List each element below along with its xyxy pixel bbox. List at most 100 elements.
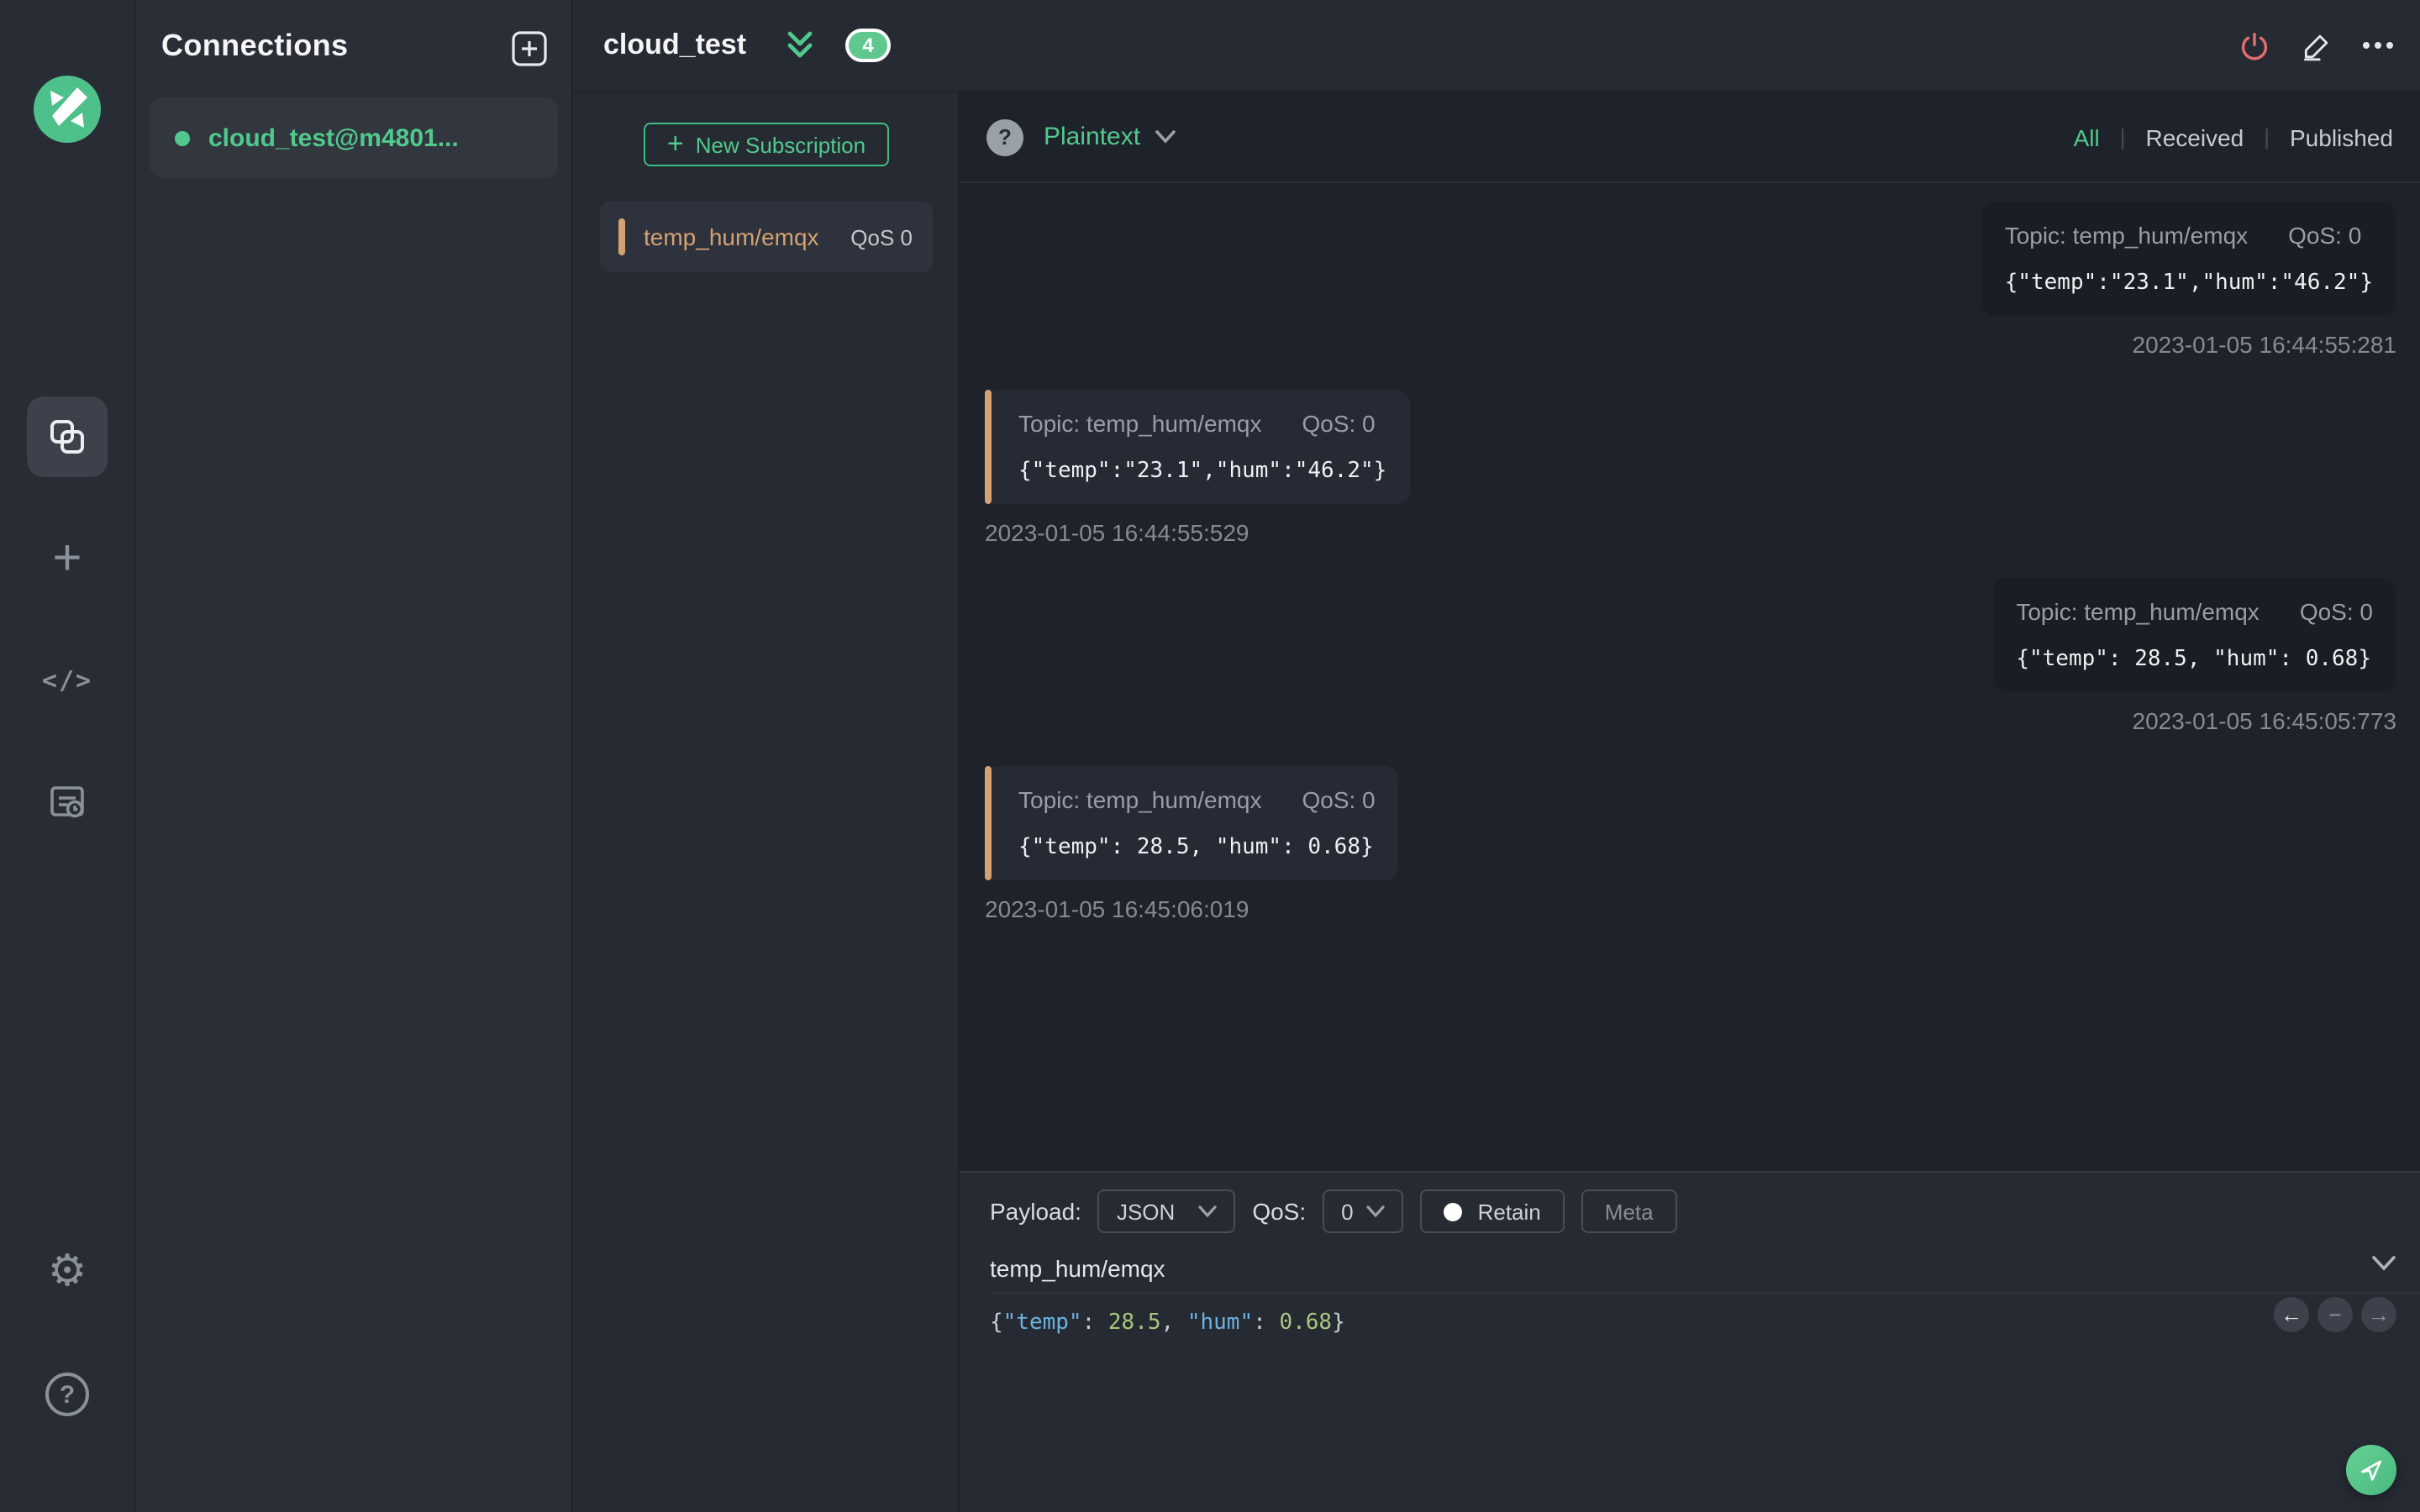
message-timestamp: 2023-01-05 16:45:05:773 [2132, 707, 2397, 734]
connections-icon [47, 417, 87, 457]
nav-script-button[interactable]: </> [27, 643, 108, 717]
payload-editor[interactable]: {"temp": 28.5, "hum": 0.68} [990, 1310, 2420, 1336]
filter-received[interactable]: Received [2145, 123, 2244, 150]
message-payload: {"temp": 28.5, "hum": 0.68} [2016, 647, 2371, 672]
message-timestamp: 2023-01-05 16:44:55:529 [985, 519, 1249, 546]
retain-toggle-dot [1444, 1202, 1463, 1221]
icon-rail: + </> ⚙ ? [0, 0, 136, 1512]
topic-input[interactable]: temp_hum/emqx [990, 1253, 2420, 1294]
plus-icon: + [666, 128, 684, 160]
message-bubble[interactable]: Topic: temp_hum/emqx QoS: 0 {"temp":"23.1"… [1981, 202, 2396, 316]
chevron-down-icon [1366, 1205, 1386, 1218]
nav-new-connection-button[interactable]: + [27, 522, 108, 596]
editor-token-key: "hum" [1186, 1310, 1254, 1336]
qos-select[interactable]: 0 [1323, 1189, 1404, 1233]
connection-workspace: cloud_test 4 + New Subscription temp_hum… [571, 0, 2420, 1512]
message-bubble[interactable]: Topic: temp_hum/emqx QoS: 0 {"temp": 28.5,… [985, 766, 1399, 880]
message-meta: Topic: temp_hum/emqx QoS: 0 [1018, 786, 1376, 813]
payload-label: Payload: [990, 1198, 1081, 1225]
connection-name: cloud_test@m4801... [208, 123, 459, 152]
prev-message-button[interactable]: ← [2274, 1297, 2309, 1332]
send-button[interactable] [2346, 1445, 2396, 1495]
message-timestamp: 2023-01-05 16:45:06:019 [985, 895, 1249, 922]
connection-title: cloud_test [603, 29, 747, 60]
message-meta: Topic: temp_hum/emqx QoS: 0 [1018, 410, 1386, 437]
connected-status-dot [175, 130, 190, 145]
editor-token-number: 0.68 [1279, 1310, 1333, 1336]
payload-format-help-icon[interactable]: ? [986, 118, 1023, 155]
connections-panel: Connections cloud_test@m4801... [136, 0, 571, 1512]
message-meta: Topic: temp_hum/emqx QoS: 0 [2016, 598, 2373, 625]
messages-toolbar: ? Plaintext All | Received | Published [960, 92, 2420, 183]
new-subscription-button[interactable]: + New Subscription [644, 123, 889, 166]
connection-list-item[interactable]: cloud_test@m4801... [150, 97, 558, 178]
message-nav-group: ← − → [2274, 1297, 2396, 1332]
payload-type-value: JSON [1116, 1199, 1176, 1224]
meta-label: Meta [1604, 1199, 1654, 1224]
editor-token-punct: : [1081, 1310, 1108, 1336]
nav-log-button[interactable] [27, 766, 108, 840]
message-qos: QoS: 0 [2288, 222, 2362, 249]
message-published: Topic: temp_hum/emqx QoS: 0 {"temp": 28.5,… [1992, 578, 2396, 734]
composer-options-row: Payload: JSON QoS: 0 Retain Meta [990, 1189, 2420, 1233]
filter-published[interactable]: Published [2290, 123, 2393, 150]
message-topic: Topic: temp_hum/emqx [1018, 786, 1262, 813]
editor-token-punct: , [1160, 1310, 1187, 1336]
message-qos: QoS: 0 [1302, 410, 1376, 437]
subscription-color-bar [618, 218, 625, 255]
message-received: Topic: temp_hum/emqx QoS: 0 {"temp":"23.1"… [985, 390, 1411, 546]
disconnect-button[interactable] [2237, 29, 2270, 62]
mqttx-app-window: + </> ⚙ ? Connections cloud_test@m4801..… [0, 0, 2420, 1512]
subscriptions-panel: + New Subscription temp_hum/emqx QoS 0 [573, 92, 960, 1512]
add-connection-button[interactable] [511, 30, 548, 67]
qos-label: QoS: [1252, 1198, 1307, 1225]
payload-format-select[interactable]: Plaintext [1044, 123, 1140, 151]
message-meta: Topic: temp_hum/emqx QoS: 0 [2005, 222, 2373, 249]
message-bubble[interactable]: Topic: temp_hum/emqx QoS: 0 {"temp":"23.1"… [985, 390, 1411, 504]
nav-connections-button[interactable] [27, 396, 108, 477]
message-published: Topic: temp_hum/emqx QoS: 0 {"temp":"23.1"… [1981, 202, 2396, 358]
code-icon: </> [41, 665, 93, 696]
send-icon [2358, 1457, 2385, 1483]
subscription-topic: temp_hum/emqx [644, 223, 819, 250]
subscription-qos: QoS 0 [850, 224, 913, 249]
connections-header: Connections [136, 0, 571, 97]
retain-toggle[interactable]: Retain [1420, 1189, 1565, 1233]
qos-value: 0 [1341, 1199, 1354, 1224]
message-bubble[interactable]: Topic: temp_hum/emqx QoS: 0 {"temp": 28.5,… [1992, 578, 2396, 692]
filter-separator: | [2264, 124, 2270, 150]
help-icon: ? [45, 1373, 89, 1416]
new-subscription-label: New Subscription [695, 132, 866, 157]
collapse-panel-icon[interactable] [783, 30, 817, 60]
message-payload: {"temp":"23.1","hum":"46.2"} [1018, 459, 1387, 484]
more-options-icon [2363, 42, 2393, 49]
chevron-down-icon [1154, 129, 1176, 144]
subscription-item[interactable]: temp_hum/emqx QoS 0 [600, 202, 933, 272]
message-qos: QoS: 0 [2299, 598, 2373, 625]
mqttx-logo-icon [34, 76, 101, 143]
retain-label: Retain [1477, 1199, 1541, 1224]
topic-input-value: temp_hum/emqx [990, 1254, 1165, 1281]
connection-topbar: cloud_test 4 [573, 0, 2420, 92]
message-list[interactable]: Topic: temp_hum/emqx QoS: 0 {"temp":"23.1"… [960, 183, 2420, 1171]
chevron-down-icon [1198, 1205, 1217, 1218]
filter-all[interactable]: All [2074, 123, 2100, 150]
editor-token-punct: : [1253, 1310, 1280, 1336]
editor-token-number: 28.5 [1107, 1310, 1161, 1336]
next-message-button[interactable]: → [2361, 1297, 2396, 1332]
connections-title: Connections [161, 29, 349, 62]
publish-composer: Payload: JSON QoS: 0 Retain Meta temp_hu… [960, 1171, 2420, 1512]
editor-token-punct: { [990, 1310, 1003, 1336]
meta-button[interactable]: Meta [1581, 1189, 1677, 1233]
settings-button[interactable]: ⚙ [27, 1235, 108, 1309]
more-options-button[interactable] [2361, 29, 2395, 62]
editor-token-punct: } [1332, 1310, 1345, 1336]
edit-connection-button[interactable] [2299, 29, 2333, 62]
collapse-editor-icon[interactable] [2371, 1255, 2396, 1272]
filter-separator: | [2119, 124, 2126, 150]
payload-type-select[interactable]: JSON [1097, 1189, 1236, 1233]
help-button[interactable]: ? [27, 1357, 108, 1431]
clear-message-button[interactable]: − [2317, 1297, 2353, 1332]
received-color-bar [985, 766, 992, 880]
plus-icon: + [52, 531, 82, 586]
